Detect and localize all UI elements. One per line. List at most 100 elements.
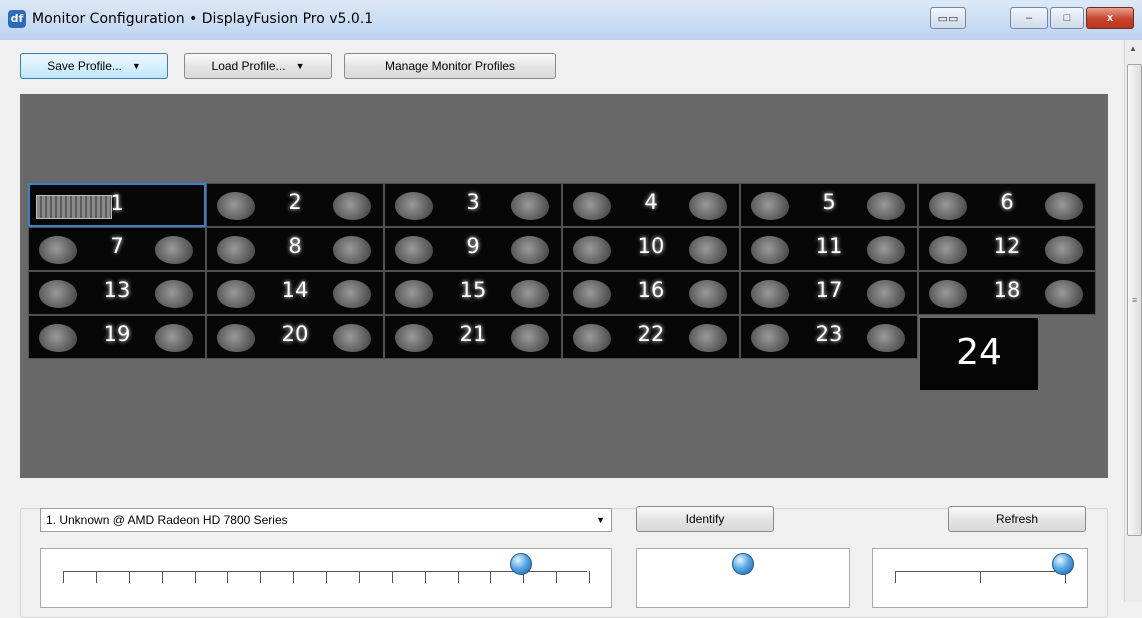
monitor-number: 12 (993, 234, 1021, 258)
minimize-icon: – (1025, 12, 1033, 24)
monitor-tile[interactable]: 3 (384, 183, 562, 227)
monitor-tile[interactable]: 4 (562, 183, 740, 227)
monitor-number: 8 (288, 234, 302, 258)
monitor-tile[interactable]: 20 (206, 315, 384, 359)
monitor-number: 16 (637, 278, 665, 302)
slider-tick (425, 571, 426, 583)
load-profile-button[interactable]: Load Profile... ▼ (184, 53, 332, 79)
monitor-arrangement-canvas[interactable]: 1 2 3 4 5 6 7 8 9 10 11 12 13 14 15 16 17 18 19 20 21 22 23 24 (20, 94, 1108, 478)
monitor-number: 1 (110, 191, 124, 215)
scroll-thumb[interactable]: ≡ (1127, 64, 1142, 536)
monitor-number: 21 (459, 322, 487, 346)
load-profile-label: Load Profile... (211, 59, 286, 73)
monitor-tile[interactable]: 7 (28, 227, 206, 271)
manage-profiles-button[interactable]: Manage Monitor Profiles (344, 53, 556, 79)
right-slider-box (872, 548, 1088, 608)
slider-tick (490, 571, 491, 583)
slider-tick (895, 571, 896, 583)
close-icon: x (1106, 12, 1114, 24)
monitor-number: 9 (466, 234, 480, 258)
slider-tick (195, 571, 196, 583)
refresh-button[interactable]: Refresh (948, 506, 1086, 532)
monitor-select-value: 1. Unknown @ AMD Radeon HD 7800 Series (46, 513, 288, 527)
close-button[interactable]: x (1086, 7, 1134, 29)
identify-label: Identify (685, 512, 725, 526)
monitor-tile[interactable]: 16 (562, 271, 740, 315)
monitor-tile[interactable]: 12 (918, 227, 1096, 271)
monitor-number: 23 (815, 322, 843, 346)
extra-window-button[interactable]: ▭▭ (930, 7, 966, 29)
monitor-tile[interactable]: 23 (740, 315, 918, 359)
displayfusion-icon[interactable]: df (8, 10, 26, 28)
monitor-tile[interactable]: 19 (28, 315, 206, 359)
monitor-tile[interactable]: 21 (384, 315, 562, 359)
monitor-tile[interactable]: 9 (384, 227, 562, 271)
dropdown-arrow-icon: ▼ (596, 515, 605, 525)
monitor-tile[interactable]: 22 (562, 315, 740, 359)
monitor-number: 2 (288, 190, 302, 214)
middle-slider-box (636, 548, 850, 608)
monitor-number: 13 (103, 278, 131, 302)
manage-profiles-label: Manage Monitor Profiles (384, 59, 516, 73)
monitor-number: 6 (1000, 190, 1014, 214)
monitor-number: 11 (815, 234, 843, 258)
refresh-label: Refresh (995, 512, 1039, 526)
slider-tick (589, 571, 590, 583)
scroll-up-icon[interactable]: ▲ (1129, 44, 1137, 53)
monitor-tile[interactable]: 1 (28, 183, 206, 227)
right-slider-knob[interactable] (1052, 553, 1074, 575)
resolution-slider-track[interactable] (63, 571, 587, 572)
middle-slider-knob[interactable] (732, 553, 754, 575)
dropdown-arrow-icon: ▼ (131, 61, 141, 71)
monitor-number: 17 (815, 278, 843, 302)
monitor-number: 7 (110, 234, 124, 258)
monitor-number: 24 (956, 332, 1002, 373)
monitor-number: 3 (466, 190, 480, 214)
monitor-select[interactable]: 1. Unknown @ AMD Radeon HD 7800 Series ▼ (40, 508, 612, 532)
monitor-tile[interactable]: 15 (384, 271, 562, 315)
slider-tick (293, 571, 294, 583)
window-title: Monitor Configuration • DisplayFusion Pr… (32, 11, 374, 27)
monitor-tile[interactable]: 18 (918, 271, 1096, 315)
title-bar: df Monitor Configuration • DisplayFusion… (0, 0, 1142, 41)
monitor-tile[interactable]: 11 (740, 227, 918, 271)
monitor-tile[interactable]: 2 (206, 183, 384, 227)
slider-tick (63, 571, 64, 583)
slider-tick (129, 571, 130, 583)
slider-tick (96, 571, 97, 583)
slider-tick (458, 571, 459, 583)
resolution-slider-knob[interactable] (509, 553, 532, 575)
monitor-tile[interactable]: 17 (740, 271, 918, 315)
monitor-tile[interactable]: 8 (206, 227, 384, 271)
monitor-number: 20 (281, 322, 309, 346)
slider-tick (326, 571, 327, 583)
slider-tick (260, 571, 261, 583)
maximize-button[interactable]: □ (1050, 7, 1084, 29)
dropdown-arrow-icon: ▼ (295, 61, 305, 71)
minimize-button[interactable]: – (1010, 7, 1048, 29)
content-area: Save Profile... ▼ Load Profile... ▼ Mana… (0, 40, 1124, 618)
resolution-slider-box (40, 548, 612, 608)
monitor-number: 19 (103, 322, 131, 346)
monitor-number: 10 (637, 234, 665, 258)
slider-tick (227, 571, 228, 583)
monitor-number: 14 (281, 278, 309, 302)
monitor-number: 5 (822, 190, 836, 214)
identify-button[interactable]: Identify (636, 506, 774, 532)
monitor-tile[interactable]: 10 (562, 227, 740, 271)
slider-tick (980, 571, 981, 583)
maximize-icon: □ (1063, 12, 1071, 24)
monitor-number: 15 (459, 278, 487, 302)
vertical-scrollbar[interactable]: ▲ ≡ (1124, 40, 1142, 602)
monitor-tile[interactable]: 24 (920, 318, 1038, 390)
slider-tick (359, 571, 360, 583)
monitor-number: 4 (644, 190, 658, 214)
slider-tick (162, 571, 163, 583)
right-slider-track[interactable] (895, 571, 1063, 572)
monitor-tile[interactable]: 13 (28, 271, 206, 315)
monitor-tile[interactable]: 5 (740, 183, 918, 227)
slider-tick (392, 571, 393, 583)
monitor-tile[interactable]: 14 (206, 271, 384, 315)
monitor-tile[interactable]: 6 (918, 183, 1096, 227)
save-profile-button[interactable]: Save Profile... ▼ (20, 53, 168, 79)
